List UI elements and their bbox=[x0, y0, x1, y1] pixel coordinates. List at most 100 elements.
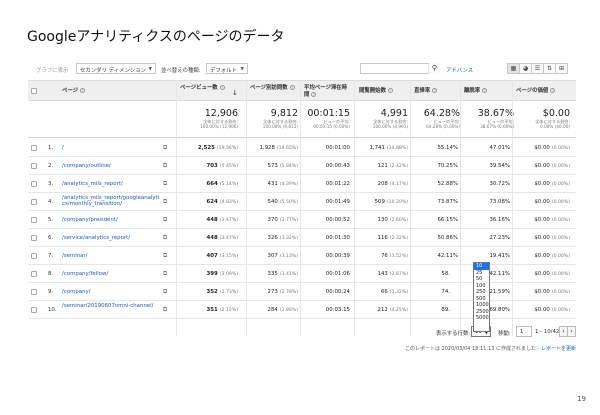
rows-per-page-listbox[interactable]: 10 25 50 100 250 500 1000 2500 5000 bbox=[473, 262, 490, 332]
page-link[interactable]: /company/outline/ bbox=[62, 163, 162, 169]
total-pageviews: 12,906 全体に対する割合: 100.00% (12,906) bbox=[200, 108, 238, 130]
sort-type-select[interactable]: デフォルト ▼ bbox=[206, 63, 248, 74]
select-all-checkbox[interactable] bbox=[31, 88, 37, 94]
cell-page-value: $0.00 (0.00%) bbox=[534, 145, 570, 151]
goto-page-input[interactable]: 1 bbox=[516, 326, 532, 337]
cell-pageviews: 448 (3.47%) bbox=[206, 235, 238, 241]
row-checkbox[interactable] bbox=[31, 271, 37, 277]
row-checkbox[interactable] bbox=[31, 199, 37, 205]
row-index: 5. bbox=[48, 217, 54, 223]
cell-exit-rate: 21.59% bbox=[489, 289, 510, 295]
sort-type-value: デフォルト bbox=[210, 68, 237, 74]
page-link[interactable]: /company/fellow/ bbox=[62, 271, 162, 277]
refresh-report-link[interactable]: レポートを更新 bbox=[541, 346, 576, 352]
rows-option[interactable]: 1000 bbox=[474, 302, 489, 309]
page-link[interactable]: /seminar/ bbox=[62, 253, 162, 259]
page-link[interactable]: /analytics_mils_report/ bbox=[62, 181, 162, 187]
total-page-value: $0.00 全体に対する割合: 0.00% ($0.00) bbox=[535, 108, 570, 130]
info-icon: ? bbox=[311, 91, 317, 97]
cell-page-value: $0.00 (0.00%) bbox=[534, 253, 570, 259]
sort-desc-icon[interactable]: ↓ bbox=[232, 89, 238, 97]
page-number: 19 bbox=[577, 395, 586, 403]
cell-avg-time: 00:01:22 bbox=[325, 181, 350, 187]
cell-exit-rate: 30.72% bbox=[489, 181, 510, 187]
external-link-icon[interactable]: ⧉ bbox=[163, 198, 167, 206]
table-header: ページ? ページビュー数? ↓ ページ別訪問数? 平均ページ滞在時間? 閲覧開始… bbox=[28, 80, 576, 101]
advanced-filter-link[interactable]: アドバンス bbox=[446, 66, 473, 74]
external-link-icon[interactable]: ⧉ bbox=[163, 234, 167, 242]
page-link[interactable]: / bbox=[62, 145, 162, 151]
external-link-icon[interactable]: ⧉ bbox=[163, 180, 167, 188]
page-link[interactable]: /company/president/ bbox=[62, 217, 162, 223]
plot-rows-button[interactable]: グラフに表示 bbox=[36, 66, 68, 74]
info-icon: ? bbox=[80, 88, 86, 93]
row-checkbox[interactable] bbox=[31, 145, 37, 151]
external-link-icon[interactable]: ⧉ bbox=[163, 288, 167, 296]
view-switcher: ▦ ◕ ☰ ⇅ ⊞ bbox=[507, 63, 568, 74]
cell-pageviews: 703 (5.45%) bbox=[206, 163, 238, 169]
col-avg-time[interactable]: 平均ページ滞在時間? bbox=[304, 85, 352, 98]
page-link[interactable]: /analytics_mils_report/googleanalytics/m… bbox=[62, 195, 162, 207]
cell-bounce-rate: 58. bbox=[441, 271, 450, 277]
cell-entrances: 116 (2.32%) bbox=[377, 235, 408, 241]
pagination-bar: 表示する行数: 10 ▼ 移動: 1 1 - 10/425 ‹ › bbox=[28, 325, 576, 339]
row-index: 2. bbox=[48, 163, 54, 169]
cell-unique-pageviews: 284 (2.89%) bbox=[267, 307, 298, 313]
cell-unique-pageviews: 540 (5.50%) bbox=[267, 199, 298, 205]
cell-unique-pageviews: 431 (4.39%) bbox=[267, 181, 298, 187]
col-unique-pageviews[interactable]: ページ別訪問数? bbox=[250, 85, 300, 92]
chevron-down-icon: ▼ bbox=[240, 67, 244, 72]
external-link-icon[interactable]: ⧉ bbox=[163, 252, 167, 260]
cell-bounce-rate: 70.25% bbox=[437, 163, 458, 169]
col-page[interactable]: ページ? bbox=[62, 88, 86, 95]
cell-entrances: 76 (1.52%) bbox=[380, 253, 408, 259]
cell-entrances: 1,741 (34.88%) bbox=[369, 145, 408, 151]
cell-entrances: 66 (1.32%) bbox=[380, 289, 408, 295]
table-row: 8. /company/fellow/ ⧉ 399 (3.09%) 335 (3.4… bbox=[28, 265, 576, 283]
row-checkbox[interactable] bbox=[31, 307, 37, 313]
external-link-icon[interactable]: ⧉ bbox=[163, 144, 167, 152]
info-icon: ? bbox=[219, 85, 225, 90]
rows-option[interactable]: 5000 bbox=[474, 315, 489, 322]
row-index: 7. bbox=[48, 253, 54, 259]
external-link-icon[interactable]: ⧉ bbox=[163, 270, 167, 278]
external-link-icon[interactable]: ⧉ bbox=[163, 162, 167, 170]
cell-pageviews: 407 (3.15%) bbox=[206, 253, 238, 259]
cell-exit-rate: 42.11% bbox=[489, 271, 510, 277]
cell-avg-time: 00:01:00 bbox=[325, 145, 350, 151]
total-unique-pageviews: 9,812 全体に対する割合: 100.00% (9,812) bbox=[262, 108, 298, 130]
search-icon[interactable]: ⚲ bbox=[428, 63, 440, 74]
pivot-view-icon[interactable]: ⊞ bbox=[555, 63, 568, 74]
cell-exit-rate: 39.54% bbox=[489, 163, 510, 169]
cell-bounce-rate: 73.87% bbox=[437, 199, 458, 205]
cell-exit-rate: 73.08% bbox=[489, 199, 510, 205]
info-icon: ? bbox=[289, 85, 295, 90]
cell-unique-pageviews: 573 (5.84%) bbox=[267, 163, 298, 169]
external-link-icon[interactable]: ⧉ bbox=[163, 306, 167, 314]
row-checkbox[interactable] bbox=[31, 235, 37, 241]
cell-page-value: $0.00 (0.00%) bbox=[534, 307, 570, 313]
cell-page-value: $0.00 (0.00%) bbox=[534, 271, 570, 277]
page-link[interactable]: /seminar/20190607omni-channel/ bbox=[62, 303, 162, 309]
secondary-dimension-select[interactable]: セカンダリ ディメンション ▼ bbox=[76, 63, 156, 74]
row-checkbox[interactable] bbox=[31, 217, 37, 223]
col-page-value[interactable]: ページの価値? bbox=[516, 88, 556, 95]
info-icon: ? bbox=[387, 88, 393, 93]
page-link[interactable]: /company/ bbox=[62, 289, 162, 295]
row-checkbox[interactable] bbox=[31, 181, 37, 187]
report-created-note: このレポートは 2020/03/04 18:11:13 に作成されました - bbox=[404, 346, 541, 352]
next-page-icon[interactable]: › bbox=[567, 326, 576, 337]
row-index: 9. bbox=[48, 289, 54, 295]
col-bounce-rate[interactable]: 直帰率? bbox=[414, 88, 438, 95]
col-entrances[interactable]: 閲覧開始数? bbox=[359, 88, 393, 95]
table-row: 3. /analytics_mils_report/ ⧉ 664 (5.14%) … bbox=[28, 175, 576, 193]
row-checkbox[interactable] bbox=[31, 253, 37, 259]
col-exit-rate[interactable]: 離脱率? bbox=[464, 88, 488, 95]
row-checkbox[interactable] bbox=[31, 289, 37, 295]
cell-exit-rate: 19.41% bbox=[489, 253, 510, 259]
page-link[interactable]: /service/analytics_report/ bbox=[62, 235, 162, 241]
external-link-icon[interactable]: ⧉ bbox=[163, 216, 167, 224]
cell-exit-rate: 36.16% bbox=[489, 217, 510, 223]
row-checkbox[interactable] bbox=[31, 163, 37, 169]
cell-unique-pageviews: 307 (3.13%) bbox=[267, 253, 298, 259]
